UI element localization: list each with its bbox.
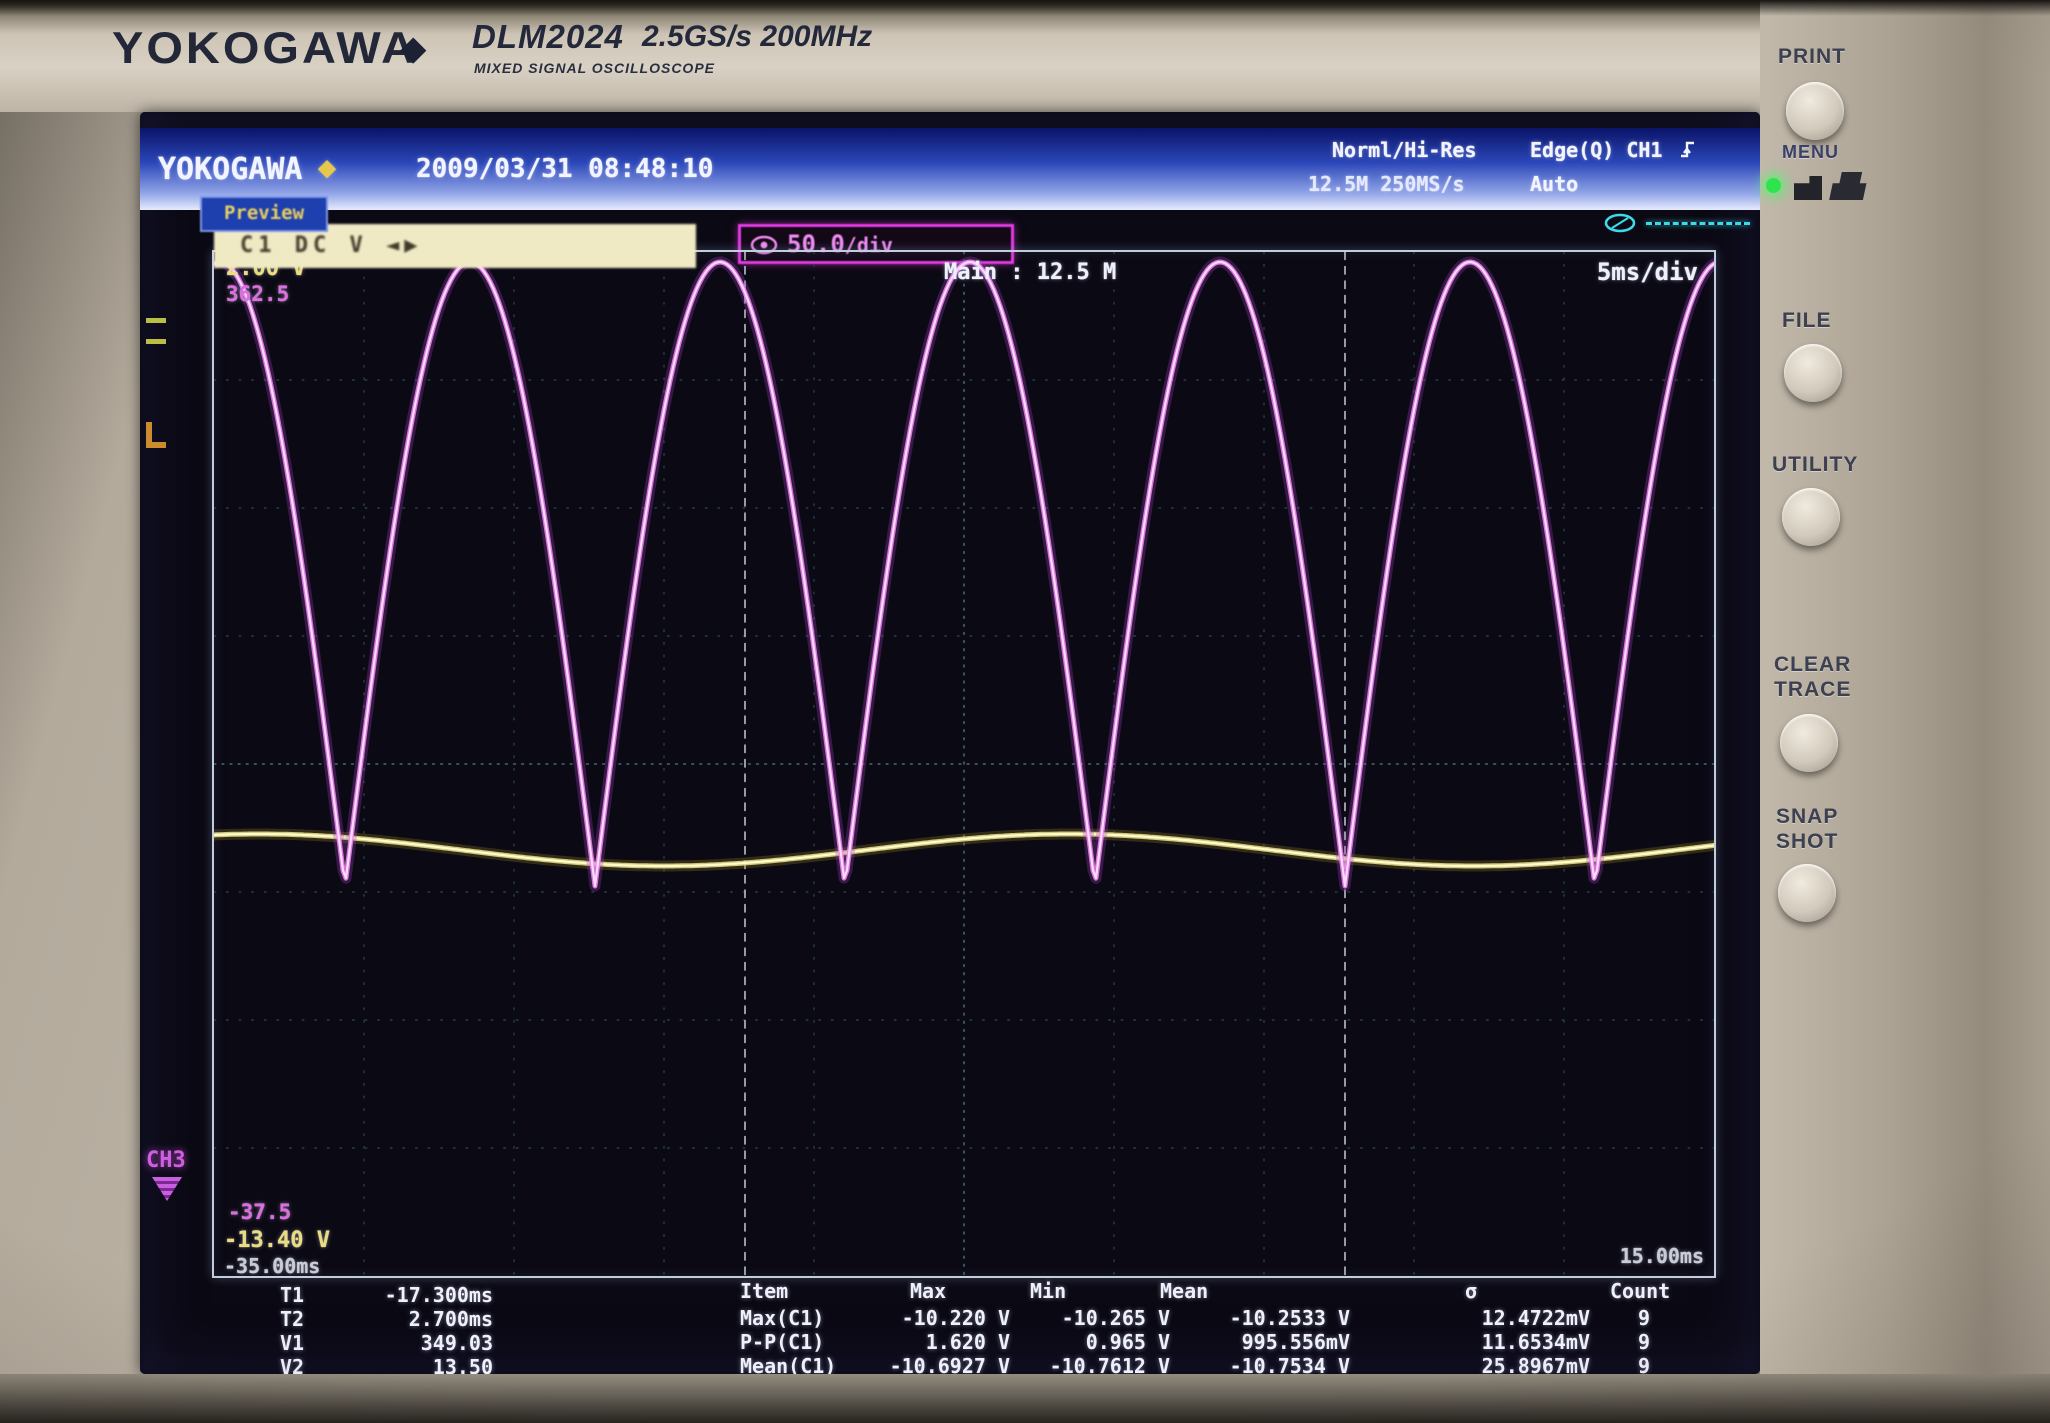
measurement-band: T1 -17.300ms T2 2.700ms V1 349.03 V2 13.… [140,1278,1760,1374]
brand-diamond-icon: ◆ [400,22,427,73]
level-bottom: -13.40 V [224,1228,330,1253]
stat-count: 9 [1590,1330,1650,1354]
datetime: 2009/03/31 08:48:10 [416,154,713,184]
cyan-channel-indicator [1602,212,1752,234]
cursor-row-value: -17.300ms [328,1283,493,1307]
scope-screen: YOKOGAWA ◆ 2009/03/31 08:48:10 Norml/Hi-… [140,112,1760,1374]
ch3-label: CH3 [146,1148,186,1173]
acquisition-mode: Norml/Hi-Res [1332,138,1477,162]
menu-led [1766,178,1781,193]
utility-button[interactable] [1782,488,1840,546]
cursor-row-label: V1 [280,1331,304,1355]
snap-shot-button[interactable] [1778,864,1836,922]
menu-label: MENU [1782,140,1912,165]
timebase: 5ms/div [1597,258,1698,286]
screen-header: YOKOGAWA ◆ 2009/03/31 08:48:10 Norml/Hi-… [140,128,1760,210]
sample-rate: 12.5M 250MS/s [1308,172,1465,196]
stat-mean: -10.2533 V [1180,1306,1350,1330]
model-specs: 2.5GS/s 200MHz [642,20,872,54]
file-label: FILE [1782,308,1912,333]
stat-max: 1.620 V [860,1330,1010,1354]
snap-shot-label: SNAP SHOT [1776,804,1856,854]
cursor-row-label: T2 [280,1307,304,1331]
trigger-mode: Auto [1530,172,1578,196]
cyan-dashed-line [1646,222,1750,225]
cursor-row-label: T1 [280,1283,304,1307]
cyan-probe-icon [1602,212,1642,234]
clear-trace-label: CLEAR TRACE [1774,652,1864,702]
stat-min: -10.265 V [1020,1306,1170,1330]
screen-brand: YOKOGAWA [158,152,303,187]
col-header-item: Item [740,1279,788,1303]
file-button[interactable] [1784,344,1842,402]
main-record-length: Main : 12.5 M [944,260,1116,285]
screen-brand-diamond-icon: ◆ [318,150,336,185]
top-bezel: YOKOGAWA ◆ DLM2024 2.5GS/s 200MHz MIXED … [0,0,2050,112]
brand-logo: YOKOGAWA [112,21,418,73]
model-number: DLM2024 [472,18,624,56]
stat-item: Max(C1) [740,1306,824,1330]
stat-mean: 995.556mV [1180,1330,1350,1354]
stat-min: 0.965 V [1020,1330,1170,1354]
stat-item: P-P(C1) [740,1330,824,1354]
preview-tab: Preview [200,196,328,232]
clear-trace-button[interactable] [1780,714,1838,772]
cursor-value-bottom: -37.5 [228,1200,291,1224]
stat-count: 9 [1590,1306,1650,1330]
graticule: 2.00 V 362.5 Main : 12.5 M 5ms/div -37.5… [212,250,1716,1278]
cursor-value-top: 362.5 [226,282,289,306]
trigger-edge-icon [1678,138,1698,160]
cursor-row-value: 349.03 [328,1331,493,1355]
time-left-label: -35.00ms [224,1254,320,1278]
control-panel: PRINT MENU FILE UTILITY CLEAR TRACE SNAP… [1760,0,2050,1423]
stat-sigma: 11.6534mV [1420,1330,1590,1354]
col-header-max: Max [910,1279,946,1303]
page-icon [1794,176,1822,200]
stat-max: -10.220 V [860,1306,1010,1330]
cursor-row-value: 2.700ms [328,1307,493,1331]
waveform-canvas [214,252,1714,1276]
print-label: PRINT [1778,44,1908,69]
col-header-sigma: σ [1465,1279,1477,1303]
bottom-bezel [0,1374,2050,1423]
printer-icon [1829,172,1869,200]
time-right-label: 15.00ms [1620,1244,1704,1268]
stat-sigma: 12.4722mV [1420,1306,1590,1330]
col-header-count: Count [1610,1279,1670,1303]
print-button[interactable] [1786,82,1844,140]
col-header-min: Min [1030,1279,1066,1303]
utility-label: UTILITY [1772,452,1902,477]
ch3-level-icon [152,1177,182,1201]
ch3-marker-block: CH3 [146,1148,206,1201]
oscilloscope-photo: YOKOGAWA ◆ DLM2024 2.5GS/s 200MHz MIXED … [0,0,2050,1423]
trigger-type: Edge(Q) CH1 [1530,138,1662,162]
trigger-position-marker [146,318,166,344]
col-header-mean: Mean [1160,1279,1208,1303]
model-subtitle: MIXED SIGNAL OSCILLOSCOPE [474,60,715,76]
ch1-position-marker [146,422,166,448]
